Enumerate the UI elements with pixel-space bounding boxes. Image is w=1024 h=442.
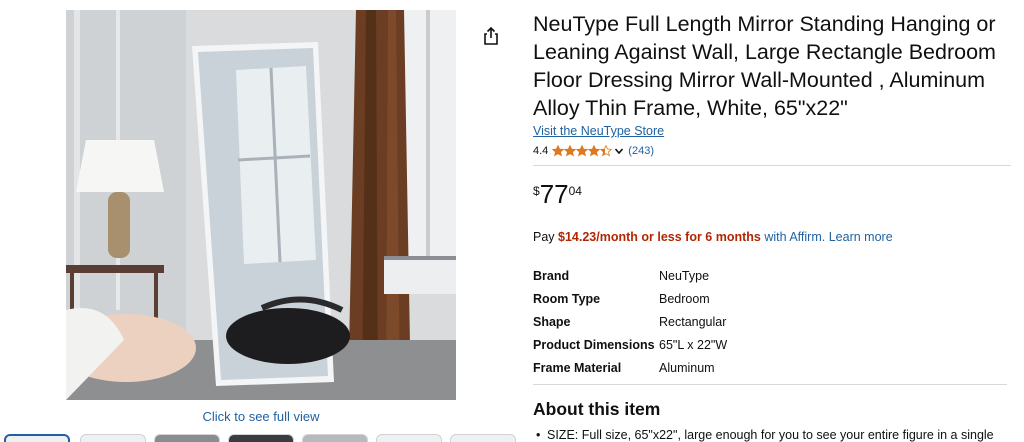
thumbnail[interactable] (376, 434, 442, 442)
spec-key: Room Type (533, 291, 601, 306)
thumbnail[interactable] (228, 434, 294, 442)
see-full-view-link[interactable]: Click to see full view (66, 409, 456, 424)
mirror-photo (66, 10, 456, 400)
table-row: Brand NeuType (533, 264, 727, 287)
thumbnail-strip (4, 434, 524, 442)
divider (533, 384, 1007, 385)
chevron-down-icon[interactable] (614, 146, 624, 156)
table-row: Frame Material Aluminum (533, 356, 727, 379)
thumbnail[interactable] (450, 434, 516, 442)
table-row: Product Dimensions 65"L x 22"W (533, 333, 727, 356)
star-icon (552, 145, 565, 157)
rating-row: 4.4 (243) (533, 144, 1011, 158)
share-icon (484, 26, 498, 45)
price-fraction: 04 (568, 184, 582, 198)
about-bullet-list: SIZE: Full size, 65"x22", large enough f… (533, 427, 1011, 442)
price-whole: 77 (539, 179, 569, 209)
spec-value: NeuType (659, 268, 710, 283)
product-detail-panel: NeuType Full Length Mirror Standing Hang… (533, 10, 1011, 442)
star-icon (588, 145, 601, 157)
price-symbol: $ (533, 184, 540, 198)
price: $ 77 04 (533, 181, 1011, 209)
spec-value: Bedroom (659, 291, 710, 306)
affirm-middle: with Affirm. (760, 230, 826, 244)
spec-key: Product Dimensions (533, 337, 655, 352)
list-item: SIZE: Full size, 65"x22", large enough f… (533, 427, 1003, 442)
spec-value: Rectangular (659, 314, 727, 329)
spec-table: Brand NeuType Room Type Bedroom Shape Re… (533, 264, 727, 379)
spec-key: Brand (533, 268, 570, 283)
star-icon (576, 145, 589, 157)
product-title: NeuType Full Length Mirror Standing Hang… (533, 12, 996, 120)
star-icon (600, 145, 613, 157)
rating-count-link[interactable]: (243) (628, 145, 654, 157)
share-button[interactable] (481, 26, 501, 46)
affirm-financing: Pay $14.23/month or less for 6 months wi… (533, 230, 1011, 244)
spec-value: 65"L x 22"W (659, 337, 728, 352)
thumbnail[interactable] (154, 434, 220, 442)
store-link[interactable]: Visit the NeuType Store (533, 124, 664, 138)
thumbnail[interactable] (302, 434, 368, 442)
about-heading: About this item (533, 399, 661, 419)
divider (533, 165, 1011, 166)
thumbnail[interactable] (80, 434, 146, 442)
spec-key: Frame Material (533, 360, 622, 375)
spec-key: Shape (533, 314, 571, 329)
table-row: Room Type Bedroom (533, 287, 727, 310)
affirm-amount: $14.23/month or less for 6 months (558, 230, 761, 244)
star-rating[interactable] (552, 145, 613, 157)
spec-value: Aluminum (659, 360, 715, 375)
star-icon (564, 145, 577, 157)
thumbnail[interactable] (4, 434, 70, 442)
main-product-image[interactable] (66, 10, 456, 400)
affirm-prefix: Pay (533, 230, 559, 244)
table-row: Shape Rectangular (533, 310, 727, 333)
rating-value: 4.4 (533, 145, 549, 157)
affirm-learn-more-link[interactable]: Learn more (829, 230, 893, 244)
